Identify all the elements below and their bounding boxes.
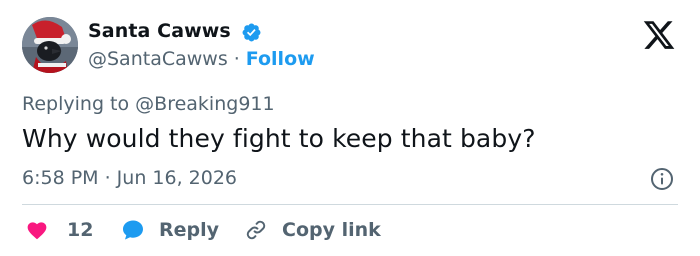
tweet-text: Why would they fight to keep that baby? <box>22 124 536 153</box>
timestamp[interactable]: 6:58 PM · Jun 16, 2026 <box>22 167 237 189</box>
verified-badge-icon <box>242 23 261 42</box>
link-icon <box>246 220 266 240</box>
handle-row: @SantaCawws · Follow <box>88 48 315 70</box>
reply-label: Reply <box>159 219 220 241</box>
copy-link-label: Copy link <box>282 219 381 241</box>
divider <box>22 204 678 205</box>
copy-link-button[interactable]: Copy link <box>244 216 381 244</box>
tweet-card: Santa Cawws @SantaCawws · Follow Replying … <box>0 0 700 256</box>
reply-button[interactable]: Reply <box>121 216 219 244</box>
replying-to-mention[interactable]: @Breaking911 <box>135 93 274 115</box>
avatar[interactable] <box>22 17 78 73</box>
action-bar: 12 Reply Copy link <box>22 216 682 244</box>
info-icon[interactable] <box>650 167 674 191</box>
user-handle[interactable]: @SantaCawws <box>88 48 228 70</box>
replying-to-label: Replying to <box>22 93 130 115</box>
display-name[interactable]: Santa Cawws <box>88 20 231 42</box>
avatar-image <box>22 17 78 73</box>
speech-bubble-icon <box>123 220 143 240</box>
x-logo-icon[interactable] <box>640 18 678 52</box>
like-count: 12 <box>67 219 94 241</box>
replying-to: Replying to @Breaking911 <box>22 93 275 115</box>
like-button[interactable]: 12 <box>26 216 93 244</box>
follow-link[interactable]: Follow <box>246 48 315 70</box>
heart-icon <box>27 222 47 240</box>
separator-dot: · <box>233 48 240 70</box>
